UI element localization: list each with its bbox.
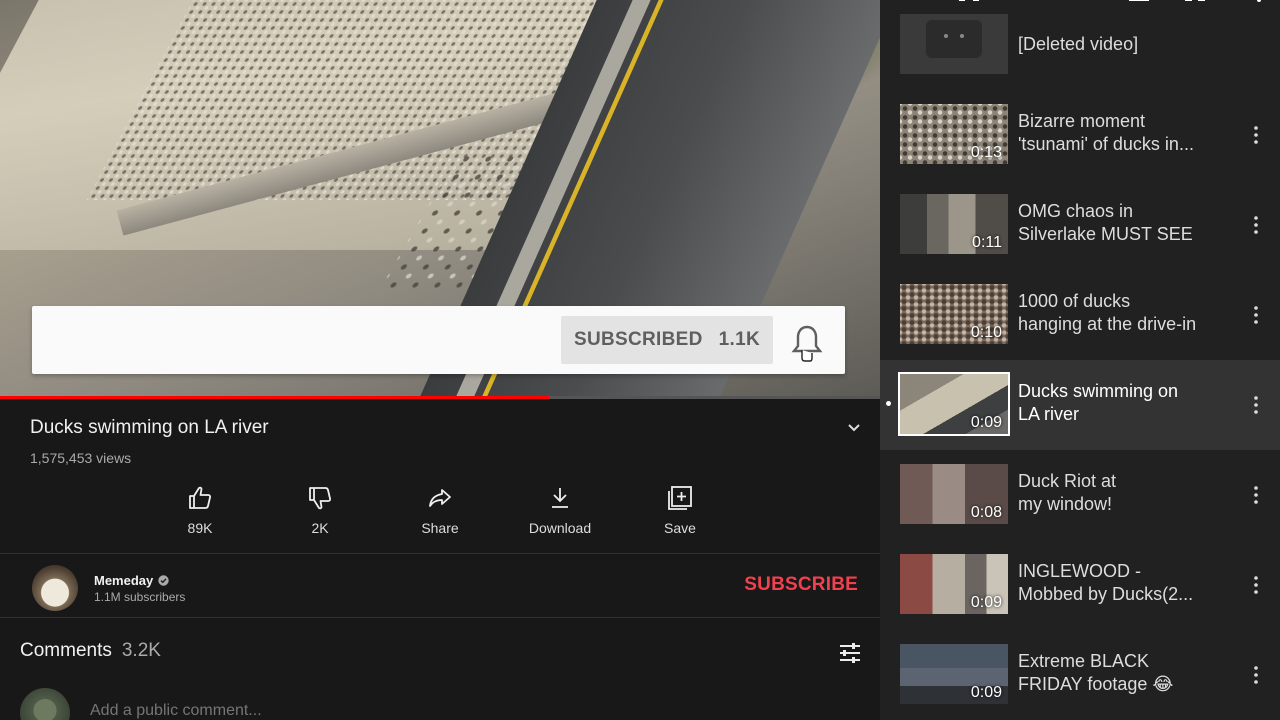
comments-header[interactable]: Comments 3.2K [20,640,161,662]
video-title: Ducks swimming on LA river [30,417,269,438]
video-thumbnail: 0:09 [898,372,1010,436]
video-duration: 0:13 [970,144,1002,161]
divider [0,617,880,618]
video-thumbnail: 0:11 [900,194,1008,254]
playlist-item-title: Bizarre moment 'tsunami' of ducks in... [1018,111,1194,154]
bell-icon[interactable] [790,324,824,362]
action-bar: 89K 2K Share Download Save [140,484,740,540]
playlist-item[interactable]: 0:08 Duck Riot at my window! [880,450,1280,540]
playlist-item-title: 1000 of ducks hanging at the drive-in [1018,291,1197,334]
more-vert-icon[interactable] [1253,395,1259,415]
save-label: Save [664,520,696,536]
subscribed-count: 1.1K [718,329,760,350]
more-vert-icon[interactable] [1253,125,1259,145]
subscribed-pill[interactable]: SUBSCRIBED 1.1K [561,316,773,364]
like-count: 89K [187,520,213,536]
thumbs-down-icon [309,487,331,510]
playlist-item-title: INGLEWOOD - Mobbed by Ducks(2... [1018,561,1194,604]
now-playing-indicator [886,401,891,406]
video-player[interactable]: SUBSCRIBED 1.1K [0,0,880,398]
download-button[interactable]: Download [500,484,620,540]
video-progress-bar[interactable] [0,396,880,399]
sort-icon[interactable] [838,641,862,665]
video-duration: 0:11 [972,234,1002,251]
more-vert-icon[interactable] [1253,485,1259,505]
comments-label: Comments [20,640,112,661]
dislike-count: 2K [311,520,329,536]
thumbs-up-icon [189,486,211,509]
dislike-button[interactable]: 2K [260,484,380,540]
playlist-item[interactable]: 0:10 1000 of ducks hanging at the drive-… [880,270,1280,360]
playlist-item[interactable]: [Deleted video] [880,0,1280,90]
more-vert-icon[interactable] [1253,305,1259,325]
playlist-item[interactable]: 0:09 Extreme BLACK FRIDAY footage 😂 [880,630,1280,720]
video-duration: 0:09 [970,414,1002,431]
deleted-video-icon [926,20,982,58]
channel-subscriber-count: 1.1M subscribers [94,590,186,604]
video-progress-fill [0,396,550,399]
video-thumbnail: 0:09 [900,554,1008,614]
divider [0,553,880,554]
add-to-playlist-icon [668,486,692,510]
channel-name: Memeday [94,573,154,588]
comment-input[interactable] [90,702,490,720]
channel-name-row: Memeday [94,573,169,588]
playlist-item-title: Extreme BLACK FRIDAY footage 😂 [1018,651,1174,694]
channel-avatar[interactable] [32,565,78,611]
comments-count: 3.2K [121,640,161,661]
video-thumbnail: 0:13 [900,104,1008,164]
subscribe-button[interactable]: SUBSCRIBE [744,574,858,596]
share-button[interactable]: Share [380,484,500,540]
video-duration: 0:09 [970,684,1002,701]
playlist-item-title: [Deleted video] [1018,34,1139,54]
playlist-item[interactable]: 0:09 INGLEWOOD - Mobbed by Ducks(2... [880,540,1280,630]
download-label: Download [528,520,592,536]
more-vert-icon[interactable] [1253,215,1259,235]
video-duration: 0:10 [970,324,1002,341]
channel-row[interactable]: Memeday 1.1M subscribers SUBSCRIBE [0,555,880,617]
video-thumbnail: 0:08 [900,464,1008,524]
user-avatar [20,688,70,720]
more-vert-icon[interactable] [1253,575,1259,595]
video-thumbnail: 0:10 [900,284,1008,344]
view-count: 1,575,453 views [30,450,132,466]
playlist-item[interactable]: 0:13 Bizarre moment 'tsunami' of ducks i… [880,90,1280,180]
video-thumbnail: 0:09 [900,644,1008,704]
video-duration: 0:09 [970,594,1002,611]
playlist-item[interactable]: 0:11 OMG chaos in Silverlake MUST SEE [880,180,1280,270]
save-button[interactable]: Save [620,484,740,540]
playlist-item-now-playing[interactable]: 0:09 Ducks swimming on LA river [880,360,1280,450]
like-button[interactable]: 89K [140,484,260,540]
chevron-down-icon[interactable] [843,418,865,438]
playlist-item-title: Ducks swimming on LA river [1018,381,1179,424]
subscribe-overlay: SUBSCRIBED 1.1K [32,306,845,374]
share-label: Share [421,520,459,536]
video-thumbnail [900,14,1008,74]
subscribed-label: SUBSCRIBED [574,329,703,350]
video-duration: 0:08 [970,504,1002,521]
playlist-item-title: OMG chaos in Silverlake MUST SEE [1018,201,1193,244]
download-icon [552,488,568,508]
share-icon [429,489,451,507]
more-vert-icon[interactable] [1253,665,1259,685]
verified-icon [158,575,169,586]
playlist-panel: [Deleted video] 0:13 Bizarre moment 'tsu… [880,0,1280,720]
playlist-item-title: Duck Riot at my window! [1018,471,1117,514]
